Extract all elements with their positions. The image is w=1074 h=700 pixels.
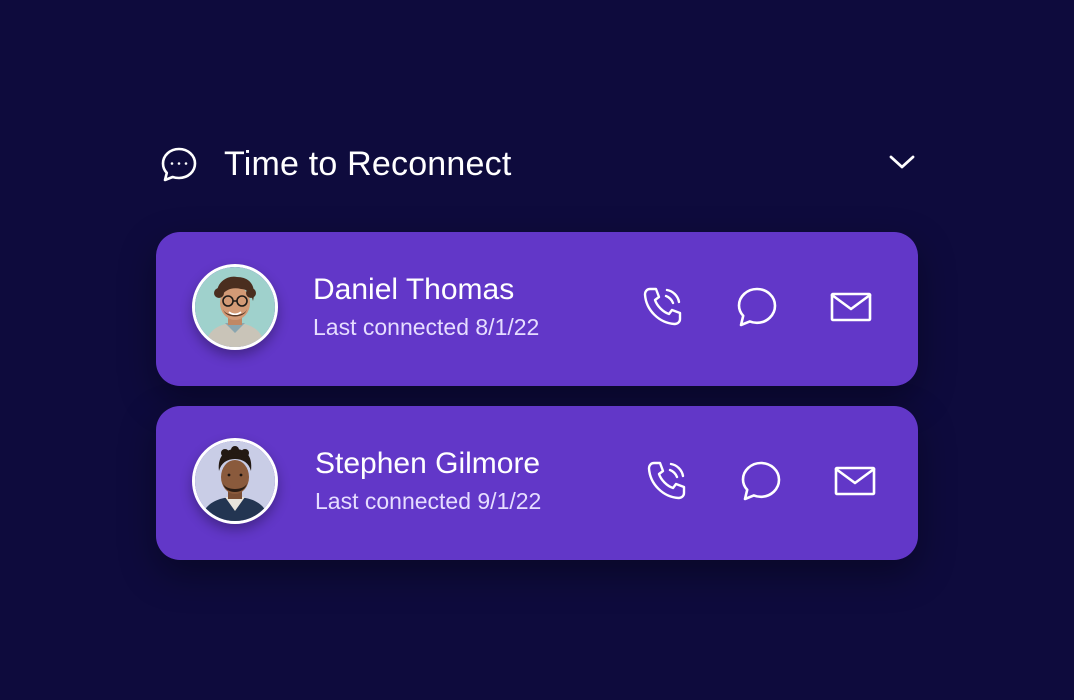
collapse-button[interactable] (886, 148, 918, 180)
chat-dots-icon (160, 146, 198, 184)
mail-icon (833, 463, 877, 504)
phone-call-icon (638, 283, 686, 336)
contact-name: Stephen Gilmore (315, 447, 541, 480)
avatar[interactable] (192, 264, 278, 350)
call-button[interactable] (637, 284, 687, 334)
mail-icon (829, 289, 873, 330)
time-to-reconnect-widget: Time to Reconnect Daniel Thomas Last con… (156, 130, 918, 560)
widget-header: Time to Reconnect (156, 130, 918, 200)
message-button[interactable] (732, 284, 782, 334)
email-button[interactable] (830, 458, 880, 508)
avatar[interactable] (192, 438, 278, 524)
chat-bubble-icon (735, 285, 779, 334)
contact-name: Daniel Thomas (313, 273, 515, 306)
phone-call-icon (642, 457, 690, 510)
email-button[interactable] (826, 284, 876, 334)
contact-card-stephen-gilmore[interactable]: Stephen Gilmore Last connected 9/1/22 (156, 406, 918, 560)
last-connected-text: Last connected 9/1/22 (315, 488, 542, 514)
call-button[interactable] (641, 458, 691, 508)
chat-bubble-icon (739, 459, 783, 508)
widget-title: Time to Reconnect (224, 145, 512, 183)
contact-card-daniel-thomas[interactable]: Daniel Thomas Last connected 8/1/22 (156, 232, 918, 386)
last-connected-text: Last connected 8/1/22 (313, 314, 540, 340)
chevron-down-icon (888, 153, 916, 176)
message-button[interactable] (736, 458, 786, 508)
